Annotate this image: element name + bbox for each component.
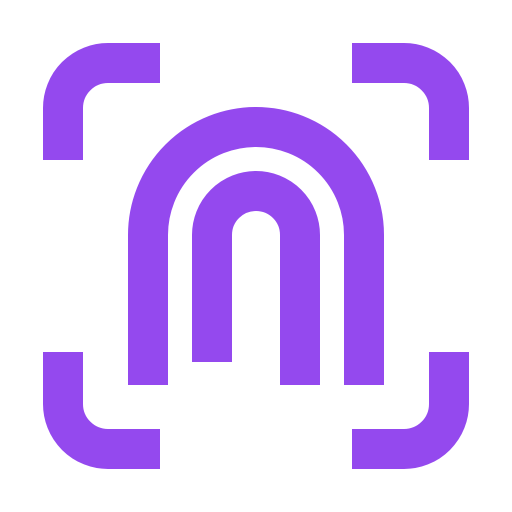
fingerprint-inner-arc-icon	[192, 171, 320, 385]
scan-corner-top-left-icon	[43, 43, 160, 160]
fingerprint-outer-arc-icon	[128, 107, 384, 385]
fingerprint-scan-icon	[43, 43, 469, 469]
scan-corner-top-right-icon	[352, 43, 469, 160]
icon-canvas	[0, 0, 512, 512]
